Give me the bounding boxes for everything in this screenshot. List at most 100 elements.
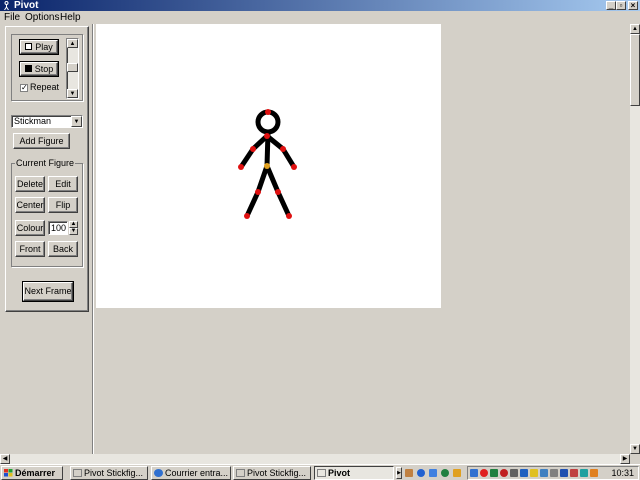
control-panel: Play Stop ✓ Repeat ▲ ▼ Stickman ▼ Add Fi… xyxy=(5,26,89,312)
tray-security-icon[interactable] xyxy=(570,469,578,477)
speed-slider-track[interactable]: ▲ ▼ xyxy=(66,38,79,99)
menu-file[interactable]: File xyxy=(4,11,20,24)
delete-button[interactable]: Delete xyxy=(15,176,45,192)
stickman-figure[interactable] xyxy=(96,24,441,308)
scroll-left-icon[interactable]: ◀ xyxy=(0,454,10,464)
tray-device-icon[interactable] xyxy=(510,469,518,477)
chevron-down-icon[interactable]: ▼ xyxy=(71,116,82,127)
minimize-button[interactable]: _ xyxy=(606,1,616,10)
tray-printer-icon[interactable] xyxy=(530,469,538,477)
joint-handle[interactable] xyxy=(286,213,292,219)
media-player-icon[interactable] xyxy=(441,469,449,477)
joint-handle[interactable] xyxy=(255,189,261,195)
figure-type-select[interactable]: Stickman ▼ xyxy=(11,115,83,128)
pivot-icon xyxy=(73,469,82,477)
speed-slider-thumb[interactable] xyxy=(67,63,78,72)
spin-down-icon[interactable]: ▼ xyxy=(69,228,78,235)
outlook-icon[interactable] xyxy=(429,469,437,477)
show-desktop-icon[interactable] xyxy=(405,469,413,477)
flip-button[interactable]: Flip xyxy=(48,197,78,213)
stickman-right-shin[interactable] xyxy=(275,189,292,219)
internet-explorer-icon[interactable] xyxy=(417,469,425,477)
tray-keyboard-icon[interactable] xyxy=(590,469,598,477)
menu-help[interactable]: Help xyxy=(60,11,81,24)
checkmark-icon: ✓ xyxy=(21,83,28,92)
folder-icon[interactable] xyxy=(453,469,461,477)
stickman-right-forearm[interactable] xyxy=(280,146,297,170)
menu-options[interactable]: Options xyxy=(25,11,59,24)
joint-handle[interactable] xyxy=(264,133,270,139)
taskbar-item-mail[interactable]: Courrier entra... xyxy=(151,466,231,480)
taskbar-item-label: Pivot Stickfig... xyxy=(247,468,307,478)
edit-button[interactable]: Edit xyxy=(48,176,78,192)
tray-app-icon[interactable] xyxy=(490,469,498,477)
center-button[interactable]: Center xyxy=(15,197,45,213)
pivot-joint-handle[interactable] xyxy=(264,163,270,169)
play-button[interactable]: Play xyxy=(19,39,59,55)
tray-network-icon[interactable] xyxy=(470,469,478,477)
joint-handle[interactable] xyxy=(238,164,244,170)
scroll-down-icon[interactable]: ▼ xyxy=(630,444,640,454)
colour-value-input[interactable]: 100 xyxy=(48,221,68,235)
front-button[interactable]: Front xyxy=(15,241,45,257)
stickman-left-shin[interactable] xyxy=(244,189,261,219)
restore-icon: ▫ xyxy=(619,1,623,10)
pivot-icon xyxy=(236,469,245,477)
tray-usb-icon[interactable] xyxy=(550,469,558,477)
scroll-up-icon[interactable]: ▲ xyxy=(630,24,640,34)
stickman-left-thigh[interactable] xyxy=(255,163,270,195)
start-label: Démarrer xyxy=(15,468,56,478)
stickman-left-forearm[interactable] xyxy=(238,146,256,170)
outlook-express-icon xyxy=(154,469,163,477)
repeat-label: Repeat xyxy=(30,82,60,92)
next-frame-button[interactable]: Next Frame xyxy=(22,281,74,302)
vertical-scroll-thumb[interactable] xyxy=(630,34,640,106)
joint-handle[interactable] xyxy=(280,146,286,152)
scroll-right-icon[interactable]: ▶ xyxy=(620,454,630,464)
back-button[interactable]: Back xyxy=(48,241,78,257)
stickman-right-thigh[interactable] xyxy=(264,163,281,195)
drawing-canvas[interactable] xyxy=(96,24,441,308)
joint-handle[interactable] xyxy=(250,146,256,152)
add-figure-button[interactable]: Add Figure xyxy=(13,133,70,149)
window-title: Pivot xyxy=(14,0,39,11)
taskbar-scroll-right-icon[interactable]: ▶ xyxy=(396,467,402,479)
tray-sound-icon[interactable] xyxy=(560,469,568,477)
repeat-checkbox[interactable]: ✓ xyxy=(20,84,28,92)
taskbar-scroll-arrows[interactable]: ▶ xyxy=(396,467,402,479)
play-icon xyxy=(25,43,32,50)
joint-handle[interactable] xyxy=(275,189,281,195)
spin-up-icon[interactable]: ▲ xyxy=(69,221,78,228)
taskbar-item-pivot-active[interactable]: Pivot xyxy=(314,466,394,480)
taskbar-item-pivot-1[interactable]: Pivot Stickfig... xyxy=(70,466,148,480)
menu-bar: File Options Help xyxy=(0,11,640,24)
taskbar-clock[interactable]: 10:31 xyxy=(611,467,634,479)
horizontal-scrollbar[interactable]: ◀ ▶ xyxy=(0,454,630,464)
pivot-icon xyxy=(317,469,326,477)
slider-up-arrow-icon[interactable]: ▲ xyxy=(67,39,78,48)
close-button[interactable]: × xyxy=(628,1,638,10)
tray-update-icon[interactable] xyxy=(580,469,588,477)
colour-button[interactable]: Colour xyxy=(15,220,45,236)
taskbar-item-label: Pivot Stickfig... xyxy=(84,468,144,478)
tray-monitor-icon[interactable] xyxy=(520,469,528,477)
maximize-button[interactable]: ▫ xyxy=(616,1,626,10)
title-bar: Pivot _ ▫ × xyxy=(0,0,640,11)
joint-handle[interactable] xyxy=(265,109,271,115)
stop-icon xyxy=(25,65,32,72)
joint-handle[interactable] xyxy=(244,213,250,219)
start-button[interactable]: Démarrer xyxy=(1,466,63,480)
vertical-scrollbar[interactable]: ▲ ▼ xyxy=(630,24,640,454)
tray-antivirus-icon[interactable] xyxy=(480,469,488,477)
taskbar: Démarrer Pivot Stickfig... Courrier entr… xyxy=(0,464,640,480)
slider-down-arrow-icon[interactable]: ▼ xyxy=(67,89,78,98)
taskbar-item-pivot-2[interactable]: Pivot Stickfig... xyxy=(233,466,311,480)
tray-stop-icon[interactable] xyxy=(500,469,508,477)
joint-handle[interactable] xyxy=(291,164,297,170)
stop-button[interactable]: Stop xyxy=(19,61,59,77)
tray-messenger-icon[interactable] xyxy=(540,469,548,477)
quick-launch-bar xyxy=(404,467,464,479)
windows-logo-icon xyxy=(4,469,13,477)
minimize-icon: _ xyxy=(608,1,614,10)
scrollbar-corner xyxy=(630,454,640,464)
